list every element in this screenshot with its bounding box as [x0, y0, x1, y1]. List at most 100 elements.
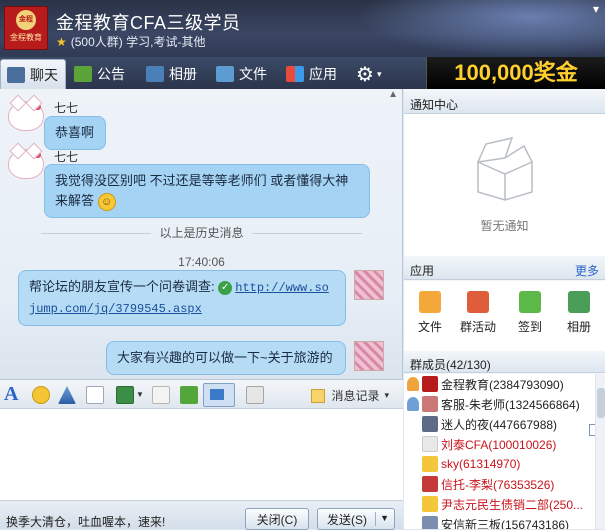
settings-button[interactable]: ⚙ ▾	[356, 59, 381, 89]
member-row[interactable]: 迷人的夜(447667988)	[404, 414, 594, 434]
app-checkin[interactable]: 签到	[510, 291, 550, 335]
member-list-scrollbar[interactable]	[595, 374, 605, 529]
message-input[interactable]	[0, 409, 403, 501]
member-row[interactable]: 金程教育(2384793090)	[404, 374, 594, 394]
message-history-button[interactable]: 消息记录 ▾	[311, 387, 389, 404]
owner-icon	[407, 377, 419, 391]
chevron-down-icon: ▾	[376, 68, 382, 79]
avatar	[422, 516, 438, 529]
member-list[interactable]: 金程教育(2384793090) 客服-朱老师(1324566864) 迷人的夜…	[404, 374, 605, 529]
survey-link[interactable]: http://www.so	[235, 281, 329, 295]
chevron-down-icon: ▾	[384, 390, 389, 400]
member-name: 刘泰CFA(100010026)	[441, 437, 557, 452]
app-album[interactable]: 相册	[559, 291, 599, 335]
self-avatar[interactable]	[354, 270, 384, 300]
empty-notice-text: 暂无通知	[480, 219, 529, 233]
member-row[interactable]: 刘泰CFA(100010026)	[404, 434, 594, 454]
input-toolbar: A ▼ 消息记录 ▾	[0, 379, 403, 409]
apps-body: 文件 群活动 签到 相册	[404, 281, 605, 354]
window-controls[interactable]: ▾	[593, 2, 599, 16]
bottom-bar: 换季大清仓，吐血喔本，速来! 关闭(C) 发送(S) ▼	[0, 501, 403, 530]
apps-icon	[286, 66, 304, 82]
empty-box-icon	[476, 136, 533, 201]
tab-chat[interactable]: 聊天	[0, 59, 66, 89]
group-name[interactable]: 金程教育CFA三级学员	[56, 9, 241, 35]
message-history-label: 消息记录	[331, 389, 380, 403]
album-icon	[146, 66, 164, 82]
screenshot-icon[interactable]	[203, 383, 235, 407]
role-spacer	[407, 457, 419, 471]
role-spacer	[407, 477, 419, 491]
tab-apps[interactable]: 应用	[286, 59, 337, 89]
logo-mark: 金程	[16, 10, 36, 30]
avatar[interactable]	[8, 149, 44, 179]
group-avatar[interactable]: 金程 金程教育	[4, 6, 48, 50]
document-icon[interactable]	[152, 386, 170, 404]
member-row[interactable]: 信托-李梨(76353526)	[404, 474, 594, 494]
history-divider: 以上是历史消息	[0, 224, 402, 241]
app-label: 相册	[566, 320, 591, 334]
role-spacer	[407, 517, 419, 529]
member-row[interactable]: 尹志元民生债销二部(250...	[404, 494, 594, 514]
chat-history[interactable]: ▲ 七七 恭喜啊 七七 我觉得没区别吧 不过还是等等老师们 或者懂得大神 来解答…	[0, 89, 403, 379]
avatar	[422, 416, 438, 432]
chevron-down-icon[interactable]: ▼	[136, 390, 144, 399]
avatar[interactable]	[8, 101, 44, 131]
send-button[interactable]: 发送(S) ▼	[317, 508, 395, 530]
scroll-up-icon[interactable]: ▲	[388, 89, 398, 100]
member-row[interactable]: 客服-朱老师(1324566864)	[404, 394, 594, 414]
emoji-icon[interactable]	[32, 386, 50, 404]
tab-album[interactable]: 相册	[146, 59, 197, 89]
message-bubble: 恭喜啊	[44, 116, 106, 150]
survey-link[interactable]: jump.com/jq/3799545.aspx	[29, 302, 202, 316]
album-icon	[568, 291, 590, 313]
tab-label: 应用	[309, 66, 337, 82]
avatar	[422, 496, 438, 512]
member-name: sky(61314970)	[441, 457, 521, 471]
sender-name[interactable]: 七七	[54, 99, 78, 116]
tab-notice[interactable]: 公告	[74, 59, 125, 89]
edit-icon[interactable]	[86, 386, 104, 404]
logo-text: 金程教育	[10, 33, 42, 42]
divider-line	[251, 233, 362, 235]
scrollbar-thumb[interactable]	[597, 388, 605, 418]
shake-icon[interactable]	[58, 386, 76, 404]
message-text: 来解答	[55, 193, 95, 208]
image-icon[interactable]	[116, 386, 134, 404]
ad-link[interactable]: 换季大清仓，吐血喔本，速来!	[6, 513, 165, 530]
title-background	[355, 0, 605, 57]
message-bubble: 我觉得没区别吧 不过还是等等老师们 或者懂得大神 来解答 ☺	[44, 164, 370, 218]
message-text: 恭喜啊	[55, 125, 95, 140]
app-file[interactable]: 文件	[410, 291, 450, 335]
member-name: 信托-李梨(76353526)	[441, 477, 555, 492]
history-divider-text: 以上是历史消息	[159, 226, 244, 240]
music-icon[interactable]	[180, 386, 198, 404]
tab-files[interactable]: 文件	[216, 59, 267, 89]
sender-name[interactable]: 七七	[54, 148, 78, 165]
chevron-down-icon[interactable]: ▼	[380, 513, 389, 523]
group-info: ★ (500人群) 学习,考试-其他	[56, 33, 205, 50]
avatar	[422, 396, 438, 412]
member-row[interactable]: 安信新三板(156743186)	[404, 514, 594, 529]
app-activity[interactable]: 群活动	[458, 291, 498, 335]
promo-banner[interactable]: 100,000奖金	[426, 57, 605, 89]
tab-label: 公告	[97, 66, 125, 82]
member-name: 安信新三板(156743186)	[441, 517, 570, 530]
apps-more-link[interactable]: 更多	[575, 262, 599, 279]
megaphone-icon	[74, 66, 92, 82]
chat-icon	[7, 66, 25, 83]
apps-header: 应用 更多	[404, 256, 605, 280]
self-avatar[interactable]	[354, 341, 384, 371]
main-toolbar: 聊天 公告 相册 文件 应用 ⚙ ▾ 100,000奖金	[0, 57, 605, 89]
message-time: 17:40:06	[178, 255, 225, 269]
more-icon[interactable]	[246, 386, 264, 404]
member-row[interactable]: sky(61314970)	[404, 454, 594, 474]
gear-icon: ⚙	[356, 63, 374, 86]
notice-header: 通知中心	[404, 90, 605, 114]
role-spacer	[407, 497, 419, 511]
history-icon	[311, 388, 326, 403]
close-button[interactable]: 关闭(C)	[245, 508, 309, 530]
notice-body: 暂无通知	[404, 114, 605, 256]
font-icon[interactable]: A	[4, 383, 22, 405]
star-icon: ★	[56, 35, 67, 49]
